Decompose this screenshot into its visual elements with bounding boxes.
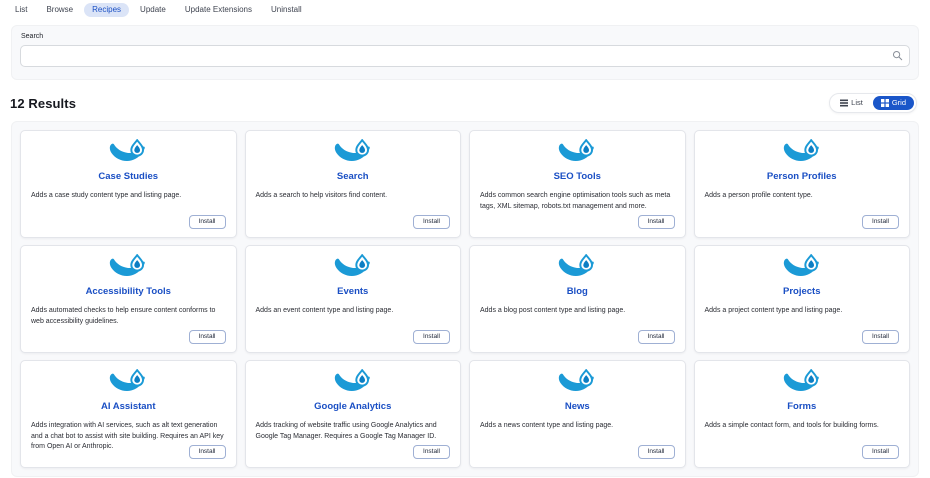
drupal-cms-logo-icon bbox=[31, 139, 226, 167]
install-button[interactable]: Install bbox=[638, 445, 675, 460]
search-panel: Search bbox=[11, 25, 919, 80]
recipe-card[interactable]: Accessibility Tools Adds automated check… bbox=[20, 245, 237, 353]
recipe-description: Adds a search to help visitors find cont… bbox=[256, 191, 451, 202]
recipe-title: Search bbox=[256, 171, 451, 182]
install-button[interactable]: Install bbox=[413, 445, 450, 460]
recipe-description: Adds a blog post content type and listin… bbox=[480, 306, 675, 317]
results-header: 12 Results List Grid bbox=[10, 93, 917, 113]
recipe-card[interactable]: Projects Adds a project content type and… bbox=[694, 245, 911, 353]
recipe-title: Forms bbox=[705, 401, 900, 412]
install-button[interactable]: Install bbox=[638, 215, 675, 230]
drupal-cms-logo-icon bbox=[705, 369, 900, 397]
recipe-description: Adds a person profile content type. bbox=[705, 191, 900, 202]
install-button[interactable]: Install bbox=[413, 215, 450, 230]
recipe-title: Projects bbox=[705, 286, 900, 297]
install-button[interactable]: Install bbox=[862, 215, 899, 230]
recipe-card[interactable]: Events Adds an event content type and li… bbox=[245, 245, 462, 353]
recipe-card[interactable]: AI Assistant Adds integration with AI se… bbox=[20, 360, 237, 468]
recipe-card[interactable]: Blog Adds a blog post content type and l… bbox=[469, 245, 686, 353]
tab-update-extensions[interactable]: Update Extensions bbox=[177, 3, 260, 17]
list-view-button[interactable]: List bbox=[832, 96, 871, 110]
drupal-cms-logo-icon bbox=[256, 254, 451, 282]
search-field-wrap bbox=[20, 45, 910, 67]
tab-list[interactable]: List bbox=[7, 3, 35, 17]
drupal-cms-logo-icon bbox=[705, 254, 900, 282]
install-button[interactable]: Install bbox=[189, 445, 226, 460]
grid-icon bbox=[881, 99, 889, 107]
results-count-heading: 12 Results bbox=[10, 96, 76, 111]
tab-recipes[interactable]: Recipes bbox=[84, 3, 129, 17]
recipes-grid: Case Studies Adds a case study content t… bbox=[11, 121, 919, 477]
recipe-title: Google Analytics bbox=[256, 401, 451, 412]
drupal-cms-logo-icon bbox=[480, 369, 675, 397]
search-icon bbox=[892, 50, 903, 61]
drupal-cms-logo-icon bbox=[31, 369, 226, 397]
install-button[interactable]: Install bbox=[638, 330, 675, 345]
tab-update[interactable]: Update bbox=[132, 3, 174, 17]
recipe-description: Adds automated checks to help ensure con… bbox=[31, 306, 226, 327]
grid-view-button[interactable]: Grid bbox=[873, 96, 914, 110]
drupal-cms-logo-icon bbox=[705, 139, 900, 167]
recipe-description: Adds a project content type and listing … bbox=[705, 306, 900, 317]
drupal-cms-logo-icon bbox=[256, 369, 451, 397]
search-input[interactable] bbox=[20, 45, 910, 67]
recipe-title: Blog bbox=[480, 286, 675, 297]
drupal-cms-logo-icon bbox=[480, 254, 675, 282]
recipe-description: Adds an event content type and listing p… bbox=[256, 306, 451, 317]
drupal-cms-logo-icon bbox=[480, 139, 675, 167]
recipe-description: Adds common search engine optimisation t… bbox=[480, 191, 675, 212]
install-button[interactable]: Install bbox=[189, 330, 226, 345]
recipe-title: Case Studies bbox=[31, 171, 226, 182]
recipe-description: Adds a news content type and listing pag… bbox=[480, 421, 675, 432]
recipe-title: AI Assistant bbox=[31, 401, 226, 412]
list-icon bbox=[840, 99, 848, 107]
recipe-card[interactable]: Case Studies Adds a case study content t… bbox=[20, 130, 237, 238]
list-view-label: List bbox=[851, 99, 863, 107]
recipe-description: Adds a case study content type and listi… bbox=[31, 191, 226, 202]
install-button[interactable]: Install bbox=[413, 330, 450, 345]
drupal-cms-logo-icon bbox=[31, 254, 226, 282]
grid-view-label: Grid bbox=[892, 99, 906, 107]
install-button[interactable]: Install bbox=[189, 215, 226, 230]
install-button[interactable]: Install bbox=[862, 445, 899, 460]
recipe-card[interactable]: Search Adds a search to help visitors fi… bbox=[245, 130, 462, 238]
search-label: Search bbox=[21, 33, 910, 40]
top-tab-bar: List Browse Recipes Update Update Extens… bbox=[0, 0, 930, 17]
recipe-card[interactable]: Person Profiles Adds a person profile co… bbox=[694, 130, 911, 238]
recipe-card[interactable]: Google Analytics Adds tracking of websit… bbox=[245, 360, 462, 468]
recipe-description: Adds a simple contact form, and tools fo… bbox=[705, 421, 900, 432]
recipe-title: Person Profiles bbox=[705, 171, 900, 182]
recipe-description: Adds tracking of website traffic using G… bbox=[256, 421, 451, 442]
recipe-title: Events bbox=[256, 286, 451, 297]
recipe-title: Accessibility Tools bbox=[31, 286, 226, 297]
recipe-title: SEO Tools bbox=[480, 171, 675, 182]
tab-browse[interactable]: Browse bbox=[38, 3, 81, 17]
recipe-card[interactable]: News Adds a news content type and listin… bbox=[469, 360, 686, 468]
view-toggle: List Grid bbox=[829, 93, 917, 113]
drupal-cms-logo-icon bbox=[256, 139, 451, 167]
tab-uninstall[interactable]: Uninstall bbox=[263, 3, 310, 17]
recipe-card[interactable]: SEO Tools Adds common search engine opti… bbox=[469, 130, 686, 238]
recipe-card[interactable]: Forms Adds a simple contact form, and to… bbox=[694, 360, 911, 468]
install-button[interactable]: Install bbox=[862, 330, 899, 345]
recipe-title: News bbox=[480, 401, 675, 412]
